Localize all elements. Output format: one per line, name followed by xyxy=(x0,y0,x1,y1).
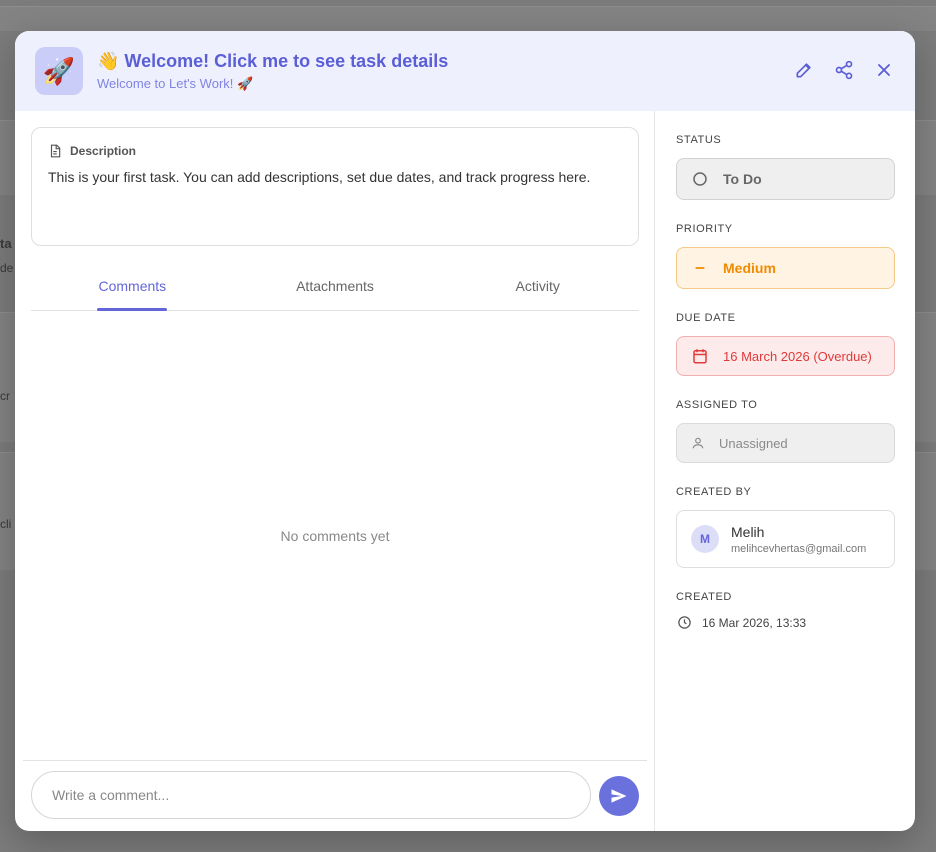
creator-name: Melih xyxy=(731,523,765,540)
status-select[interactable]: To Do xyxy=(676,158,895,200)
due-date-label: DUE DATE xyxy=(676,312,736,324)
empty-comments-message: No comments yet xyxy=(280,528,390,544)
active-tab-indicator xyxy=(97,308,168,311)
comment-divider xyxy=(23,760,647,761)
assigned-to-label: ASSIGNED TO xyxy=(676,399,758,411)
main-panel: Description This is your first task. You… xyxy=(15,111,655,831)
background-text: cli xyxy=(0,517,12,531)
tab-comments[interactable]: Comments xyxy=(31,261,234,311)
description-label-row: Description xyxy=(48,144,622,158)
close-icon xyxy=(878,64,890,76)
tab-label: Comments xyxy=(98,278,167,294)
calendar-icon xyxy=(693,349,707,364)
minus-icon xyxy=(695,267,705,269)
description-card[interactable]: Description This is your first task. You… xyxy=(31,127,639,246)
edit-button[interactable] xyxy=(791,57,817,83)
assignee-value: Unassigned xyxy=(719,435,788,451)
due-date-value: 16 March 2026 (Overdue) xyxy=(723,348,872,364)
tab-activity[interactable]: Activity xyxy=(436,261,639,310)
created-row: 16 Mar 2026, 13:33 xyxy=(676,615,895,630)
send-icon xyxy=(611,789,627,803)
close-button[interactable] xyxy=(871,57,897,83)
background-text: cr xyxy=(0,389,10,403)
send-comment-button[interactable] xyxy=(599,776,639,816)
priority-value: Medium xyxy=(723,260,776,276)
assignee-select[interactable]: Unassigned xyxy=(676,423,895,463)
rocket-icon: 🚀 xyxy=(35,47,83,95)
tab-label: Activity xyxy=(515,278,560,294)
task-title[interactable]: 👋 Welcome! Click me to see task details xyxy=(97,50,448,72)
tab-bar: Comments Attachments Activity xyxy=(31,261,639,311)
status-label: STATUS xyxy=(676,134,722,146)
clock-icon xyxy=(678,616,691,629)
share-icon xyxy=(835,60,853,80)
description-label: Description xyxy=(70,144,137,158)
tab-label: Attachments xyxy=(296,278,374,294)
avatar: M xyxy=(691,525,719,553)
description-text: This is your first task. You can add des… xyxy=(48,169,591,185)
edit-icon xyxy=(796,63,811,78)
task-detail-modal: 🚀 👋 Welcome! Click me to see task detail… xyxy=(15,31,915,831)
background-text: de xyxy=(0,261,14,275)
creator-card: M Melih melihcevhertas@gmail.com xyxy=(676,510,895,568)
priority-label: PRIORITY xyxy=(676,223,733,235)
created-by-label: CREATED BY xyxy=(676,486,752,498)
background-row xyxy=(0,6,936,31)
share-button[interactable] xyxy=(831,57,857,83)
status-value: To Do xyxy=(723,171,762,187)
created-label: CREATED xyxy=(676,591,732,603)
comment-input[interactable] xyxy=(31,771,591,819)
creator-email: melihcevhertas@gmail.com xyxy=(731,542,867,555)
user-icon xyxy=(692,437,704,449)
background-text: ta xyxy=(0,236,12,251)
created-value: 16 Mar 2026, 13:33 xyxy=(702,615,807,630)
tab-attachments[interactable]: Attachments xyxy=(234,261,437,310)
details-panel: STATUS To Do PRIORITY Medium DUE DATE 16… xyxy=(656,111,915,831)
task-subtitle: Welcome to Let's Work! 🚀 xyxy=(97,76,254,91)
modal-header: 🚀 👋 Welcome! Click me to see task detail… xyxy=(15,31,915,111)
document-icon xyxy=(50,144,61,158)
priority-select[interactable]: Medium xyxy=(676,247,895,289)
due-date-picker[interactable]: 16 March 2026 (Overdue) xyxy=(676,336,895,376)
circle-icon xyxy=(693,172,707,186)
